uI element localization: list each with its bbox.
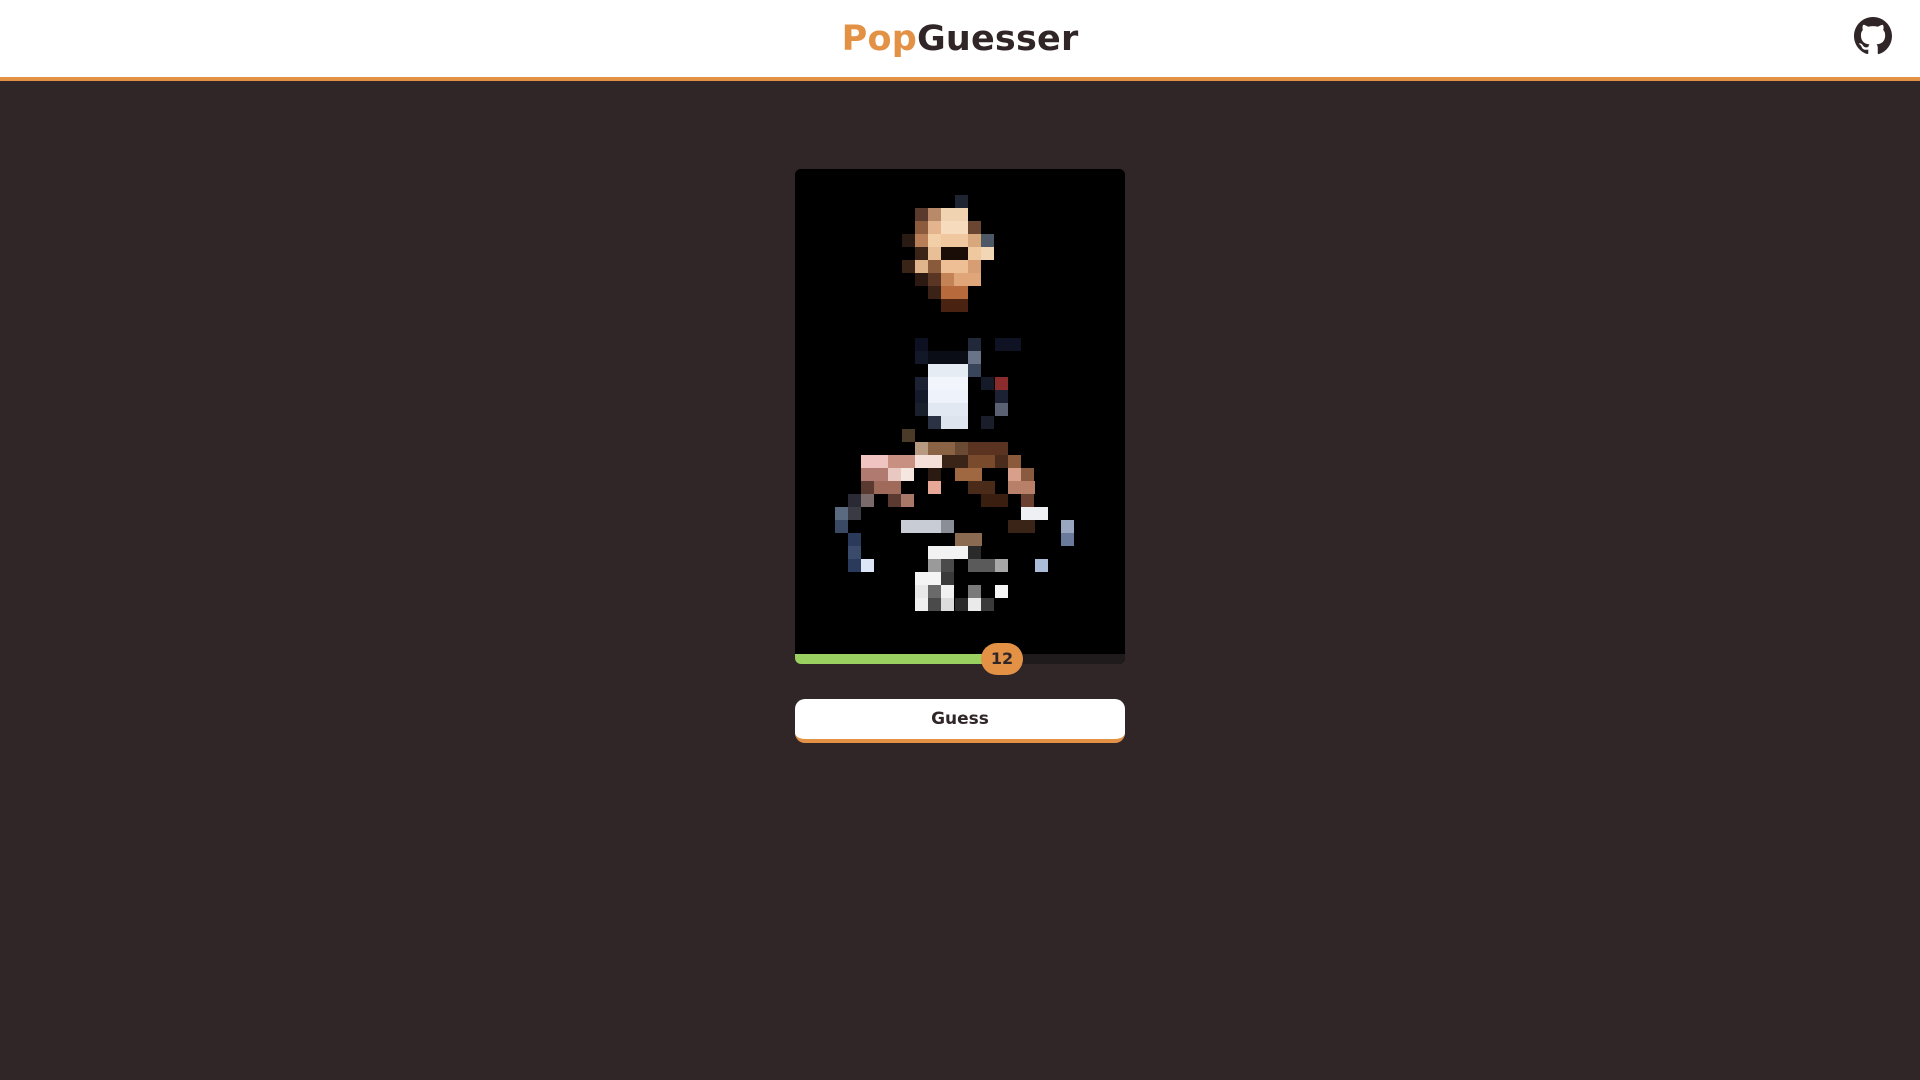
time-progress-bar: [795, 654, 1125, 664]
github-icon[interactable]: [1854, 17, 1892, 55]
app-header: PopGuesser: [0, 0, 1920, 81]
app-logo[interactable]: PopGuesser: [0, 17, 1920, 61]
pixelated-poster-image: [795, 169, 1125, 654]
logo-guesser: Guesser: [916, 19, 1079, 59]
poster-card: [795, 169, 1125, 664]
logo-pop: Pop: [841, 19, 917, 59]
time-progress-fill: [795, 654, 984, 664]
guess-button[interactable]: Guess: [795, 699, 1125, 743]
timer-badge: 12: [981, 643, 1023, 675]
